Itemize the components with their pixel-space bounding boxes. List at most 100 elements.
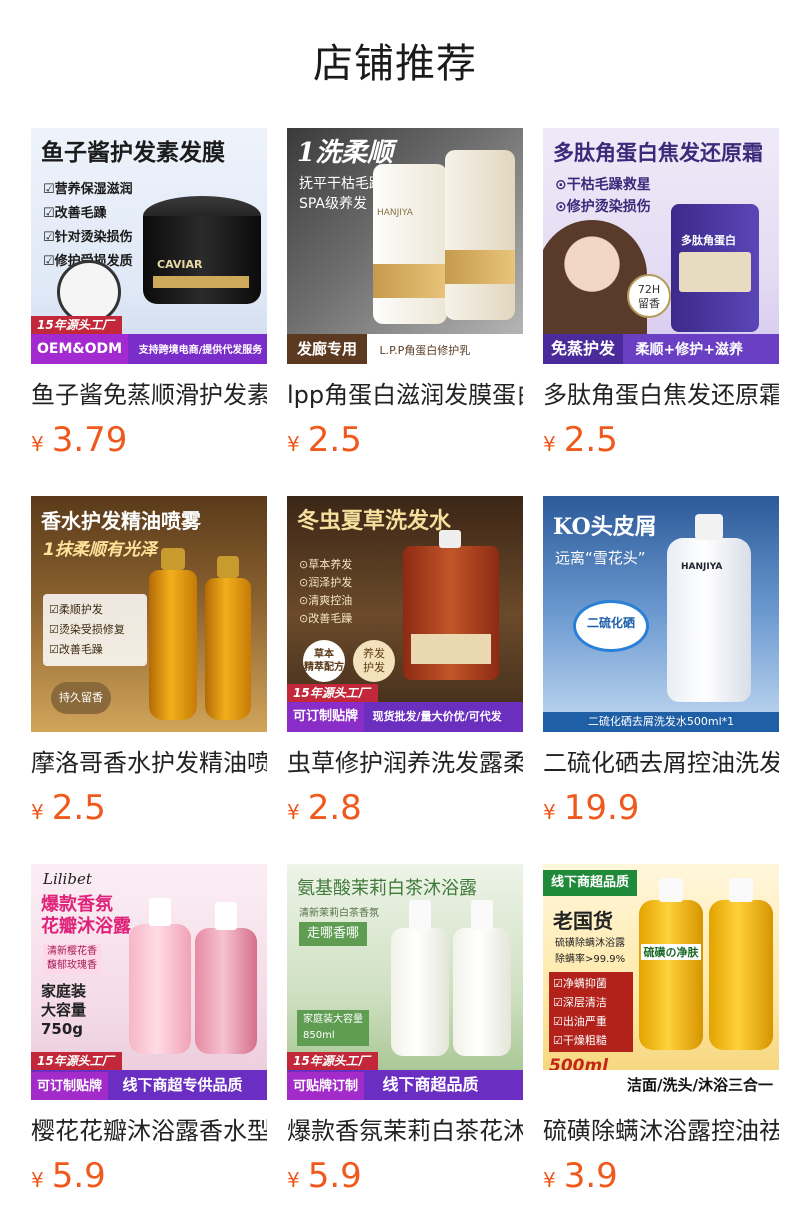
product-card[interactable]: 多肽角蛋白焦发还原霜 ⊙干枯毛躁救星 ⊙修护烫染损伤 多肽角蛋白 72H 留香 … [543, 128, 779, 460]
image-bottom-bar: 可贴牌订制 线下商超品质 [287, 1070, 523, 1100]
scent-badge: 72H 留香 [627, 274, 671, 318]
product-price: ¥3.79 [31, 420, 267, 460]
product-grid: 鱼子酱护发素发膜 ☑营养保湿滋润 ☑改善毛躁 ☑针对烫染损伤 ☑修护受损发质 C… [31, 128, 779, 1196]
bar-left-label: 可订制贴牌 [31, 1072, 109, 1100]
factory-tag: 15年源头工厂 [287, 1052, 378, 1070]
bar-right-label: 洁面/洗头/沐浴三合一 [627, 1076, 773, 1094]
product-image[interactable]: 鱼子酱护发素发膜 ☑营养保湿滋润 ☑改善毛躁 ☑针对烫染损伤 ☑修护受损发质 C… [31, 128, 267, 364]
bar-right-label: 现货批发/量大价优/可代发 [372, 710, 502, 723]
product-image[interactable]: 氨基酸茉莉白茶沐浴露 清新茉莉白茶香氛 走哪香哪 家庭装大容量 850ml 15… [287, 864, 523, 1100]
bar-left-label: 可贴牌订制 [287, 1072, 365, 1100]
currency-symbol: ¥ [287, 800, 300, 824]
image-features: 抚平干枯毛躁 SPA级养发 [299, 176, 383, 212]
product-card[interactable]: 线下商超品质 老国货 硫磺除螨沐浴露 除螨率>99.9% ☑净螨抑菌 ☑深层清洁… [543, 864, 779, 1196]
product-image[interactable]: 冬虫夏草洗发水 ⊙草本养发 ⊙润泽护发 ⊙清爽控油 ⊙改善毛躁 草本 精萃配方 … [287, 496, 523, 732]
jar-label: CAVIAR [157, 258, 203, 271]
product-image[interactable]: 线下商超品质 老国货 硫磺除螨沐浴露 除螨率>99.9% ☑净螨抑菌 ☑深层清洁… [543, 864, 779, 1100]
hair-mask-jar: CAVIAR [143, 196, 261, 308]
price-value: 3.79 [51, 420, 128, 460]
image-bottom-bar: 可订制贴牌 现货批发/量大价优/可代发 [287, 702, 523, 732]
image-bottom-bar: 二硫化硒去屑洗发水500ml*1 [543, 712, 779, 732]
price-value: 2.5 [51, 788, 106, 828]
product-pouch: 多肽角蛋白 [671, 204, 759, 332]
store-recommend-page: 店铺推荐 鱼子酱护发素发膜 ☑营养保湿滋润 ☑改善毛躁 ☑针对烫染损伤 ☑修护受… [0, 0, 790, 1232]
currency-symbol: ¥ [31, 800, 44, 824]
bodywash-bottle-left [391, 900, 449, 1056]
price-value: 19.9 [563, 788, 640, 828]
product-name[interactable]: 二硫化硒去屑控油洗发水 [543, 746, 779, 780]
image-bottom-bar: 免蒸护发 柔顺+修护+滋养 [543, 334, 779, 364]
price-value: 5.9 [51, 1156, 106, 1196]
price-value: 2.8 [307, 788, 362, 828]
top-tag: 线下商超品质 [543, 870, 638, 896]
image-title: 多肽角蛋白焦发还原霜 [553, 140, 763, 165]
product-name[interactable]: lpp角蛋白滋润发膜蛋白修护乳 [287, 378, 523, 412]
pouch-back [445, 150, 515, 320]
bar-left-label: 发廊专用 [287, 334, 368, 364]
price-value: 3.9 [563, 1156, 618, 1196]
product-name[interactable]: 樱花花瓣沐浴露香水型 [31, 1114, 267, 1148]
product-card[interactable]: 氨基酸茉莉白茶沐浴露 清新茉莉白茶香氛 走哪香哪 家庭装大容量 850ml 15… [287, 864, 523, 1196]
scent-badge: 持久留香 [51, 682, 111, 714]
image-features: ⊙干枯毛躁救星 ⊙修护烫染损伤 [555, 177, 651, 215]
bottle-label: HANJIYA [681, 562, 723, 572]
care-badge: 养发 护发 [353, 640, 395, 682]
product-name[interactable]: 鱼子酱免蒸顺滑护发素发膜 [31, 378, 267, 412]
product-card[interactable]: KO头皮屑 远离“雪花头” HANJIYA 二硫化硒 二硫化硒去屑洗发水500m… [543, 496, 779, 828]
image-title: 鱼子酱护发素发膜 [41, 139, 225, 166]
factory-tag: 15年源头工厂 [287, 684, 378, 702]
product-card[interactable]: 1洗柔顺 抚平干枯毛躁 SPA级养发 HANJIYA 发廊专用 L.P.P角蛋白… [287, 128, 523, 460]
image-features: 硫磺除螨沐浴露 除螨率>99.9% [555, 938, 626, 965]
bar-label: 二硫化硒去屑洗发水500ml*1 [587, 715, 735, 728]
currency-symbol: ¥ [287, 1168, 300, 1192]
image-title: 冬虫夏草洗发水 [297, 508, 452, 534]
product-card[interactable]: Lilibet 爆款香氛 花瓣沐浴露 清新樱花香 馥郁玫瑰香 家庭装 大容量 7… [31, 864, 267, 1196]
product-card[interactable]: 冬虫夏草洗发水 ⊙草本养发 ⊙润泽护发 ⊙清爽控油 ⊙改善毛躁 草本 精萃配方 … [287, 496, 523, 828]
image-features: 远离“雪花头” [555, 549, 646, 567]
oil-bottle-right [205, 556, 251, 720]
shampoo-pouch [403, 530, 499, 680]
product-card[interactable]: 香水护发精油喷雾 1抹柔顺有光泽 ☑柔顺护发 ☑烫染受损修复 ☑改善毛躁 持久留… [31, 496, 267, 828]
bodywash-bottle-left: 硫磺の净肤 [639, 878, 703, 1050]
product-image[interactable]: 香水护发精油喷雾 1抹柔顺有光泽 ☑柔顺护发 ☑烫染受损修复 ☑改善毛躁 持久留… [31, 496, 267, 732]
product-image[interactable]: 1洗柔顺 抚平干枯毛躁 SPA级养发 HANJIYA 发廊专用 L.P.P角蛋白… [287, 128, 523, 364]
bar-right-label: 线下商超专供品质 [122, 1076, 243, 1094]
product-price: ¥5.9 [31, 1156, 267, 1196]
model-portrait [543, 220, 647, 336]
product-name[interactable]: 摩洛哥香水护发精油喷雾 [31, 746, 267, 780]
bar-right-label: 线下商超品质 [382, 1075, 479, 1094]
product-image[interactable]: KO头皮屑 远离“雪花头” HANJIYA 二硫化硒 二硫化硒去屑洗发水500m… [543, 496, 779, 732]
product-name[interactable]: 硫磺除螨沐浴露控油祛痘 [543, 1114, 779, 1148]
image-bottom-bar: 可订制贴牌 线下商超专供品质 [31, 1070, 267, 1100]
feature-checklist: ☑柔顺护发 ☑烫染受损修复 ☑改善毛躁 [43, 594, 147, 666]
herbal-badge: 草本 精萃配方 [303, 640, 345, 682]
bar-right-label: 支持跨境电商/提供代发服务 [138, 345, 263, 356]
product-name[interactable]: 爆款香氛茉莉白茶花沐浴露 [287, 1114, 523, 1148]
product-name[interactable]: 多肽角蛋白焦发还原霜修护 [543, 378, 779, 412]
currency-symbol: ¥ [287, 432, 300, 456]
image-features: ⊙草本养发 ⊙润泽护发 ⊙清爽控油 ⊙改善毛躁 [299, 558, 353, 625]
product-price: ¥2.8 [287, 788, 523, 828]
capacity-label: 家庭装 大容量 750g [41, 982, 87, 1038]
currency-symbol: ¥ [543, 1168, 556, 1192]
product-card[interactable]: 鱼子酱护发素发膜 ☑营养保湿滋润 ☑改善毛躁 ☑针对烫染损伤 ☑修护受损发质 C… [31, 128, 267, 460]
product-price: ¥5.9 [287, 1156, 523, 1196]
currency-symbol: ¥ [31, 1168, 44, 1192]
product-price: ¥2.5 [31, 788, 267, 828]
product-image[interactable]: 多肽角蛋白焦发还原霜 ⊙干枯毛躁救星 ⊙修护烫染损伤 多肽角蛋白 72H 留香 … [543, 128, 779, 364]
currency-symbol: ¥ [543, 800, 556, 824]
bodywash-bottle-right [195, 902, 257, 1054]
pouch-front: HANJIYA [373, 164, 447, 324]
currency-symbol: ¥ [543, 432, 556, 456]
product-name[interactable]: 虫草修护润养洗发露柔顺 [287, 746, 523, 780]
bar-right-label: L.P.P角蛋白修护乳 [379, 344, 471, 357]
bodywash-bottle-right [453, 900, 511, 1056]
product-image[interactable]: Lilibet 爆款香氛 花瓣沐浴露 清新樱花香 馥郁玫瑰香 家庭装 大容量 7… [31, 864, 267, 1100]
ingredient-badge: 二硫化硒 [573, 600, 649, 652]
bar-left-label: 可订制贴牌 [287, 702, 365, 732]
image-features: 清新茉莉白茶香氛 [299, 908, 379, 919]
bar-left-label: 免蒸护发 [543, 334, 624, 364]
bodywash-bottle-left [129, 898, 191, 1054]
image-title: 香水护发精油喷雾 [41, 509, 201, 533]
bar-left-label: OEM&ODM [31, 334, 129, 364]
